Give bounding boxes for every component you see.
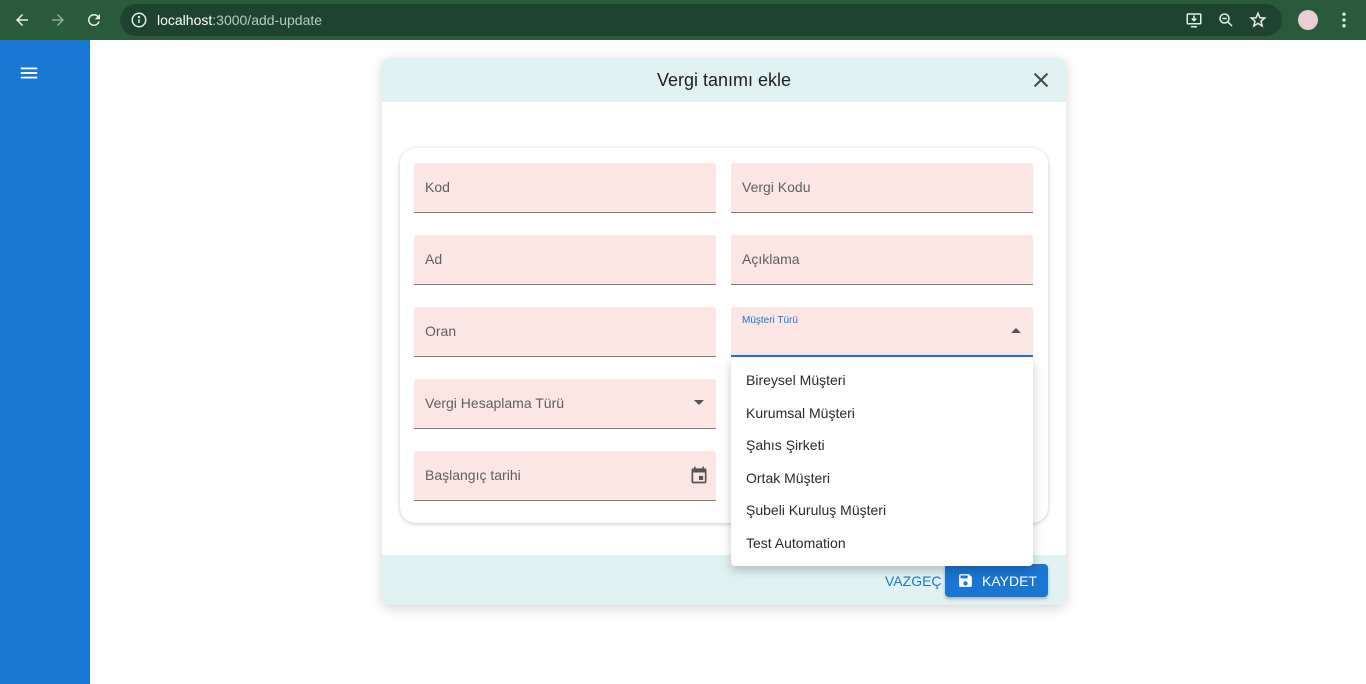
close-icon[interactable] <box>1030 69 1052 91</box>
dialog-header: Vergi tanımı ekle <box>382 58 1066 102</box>
kebab-menu-icon[interactable] <box>1334 10 1354 30</box>
aciklama-field[interactable]: Açıklama <box>731 235 1033 285</box>
dropdown-option[interactable]: Ortak Müşteri <box>731 462 1033 495</box>
profile-avatar[interactable] <box>1298 10 1318 30</box>
musteri-turu-dropdown: Bireysel Müşteri Kurumsal Müşteri Şahıs … <box>731 358 1033 566</box>
vergi-hesaplama-turu-select[interactable]: Vergi Hesaplama Türü <box>414 379 716 429</box>
dropdown-option[interactable]: Şahıs Şirketi <box>731 429 1033 462</box>
oran-field[interactable]: Oran <box>414 307 716 357</box>
hamburger-menu-icon[interactable] <box>18 62 40 84</box>
url-path: :3000/add-update <box>212 12 323 28</box>
ad-field[interactable]: Ad <box>414 235 716 285</box>
url-host: localhost <box>157 12 213 28</box>
dropdown-option[interactable]: Test Automation <box>731 527 1033 560</box>
save-icon <box>959 574 972 587</box>
musteri-turu-label: Müşteri Türü <box>742 315 798 326</box>
site-info-icon[interactable] <box>130 11 148 29</box>
kod-field[interactable]: Kod <box>414 163 716 213</box>
dropdown-option[interactable]: Kurumsal Müşteri <box>731 397 1033 430</box>
caret-down-icon <box>694 400 704 405</box>
dropdown-option[interactable]: Şubeli Kuruluş Müşteri <box>731 494 1033 527</box>
oran-label: Oran <box>425 323 457 339</box>
dialog-title: Vergi tanımı ekle <box>656 70 792 90</box>
baslangic-tarihi-label: Başlangıç tarihi <box>425 467 521 483</box>
save-button[interactable]: KAYDET <box>945 564 1048 597</box>
reload-icon[interactable] <box>82 8 106 32</box>
back-icon[interactable] <box>10 8 34 32</box>
vergi-hesaplama-turu-label: Vergi Hesaplama Türü <box>425 395 565 411</box>
vergi-kodu-field[interactable]: Vergi Kodu <box>731 163 1033 213</box>
cancel-button[interactable]: VAZGEÇ <box>885 573 942 589</box>
calendar-icon[interactable] <box>689 465 709 485</box>
forward-icon[interactable] <box>46 8 70 32</box>
dropdown-option[interactable]: Bireysel Müşteri <box>731 364 1033 397</box>
save-button-label: KAYDET <box>982 572 1037 589</box>
install-app-icon[interactable] <box>1185 11 1203 29</box>
musteri-turu-select[interactable]: Müşteri Türü <box>731 307 1033 357</box>
url-text: localhost:3000/add-update <box>157 12 322 28</box>
vergi-kodu-label: Vergi Kodu <box>742 179 811 195</box>
ad-label: Ad <box>425 251 443 267</box>
aciklama-label: Açıklama <box>742 251 800 267</box>
zoom-icon[interactable] <box>1217 11 1235 29</box>
bookmark-star-icon[interactable] <box>1249 11 1267 29</box>
kod-label: Kod <box>425 179 450 195</box>
side-navigation <box>0 40 90 684</box>
browser-toolbar: localhost:3000/add-update <box>0 0 1366 40</box>
caret-up-icon <box>1011 328 1021 333</box>
baslangic-tarihi-field[interactable]: Başlangıç tarihi <box>414 451 716 501</box>
address-bar[interactable]: localhost:3000/add-update <box>120 4 1282 36</box>
